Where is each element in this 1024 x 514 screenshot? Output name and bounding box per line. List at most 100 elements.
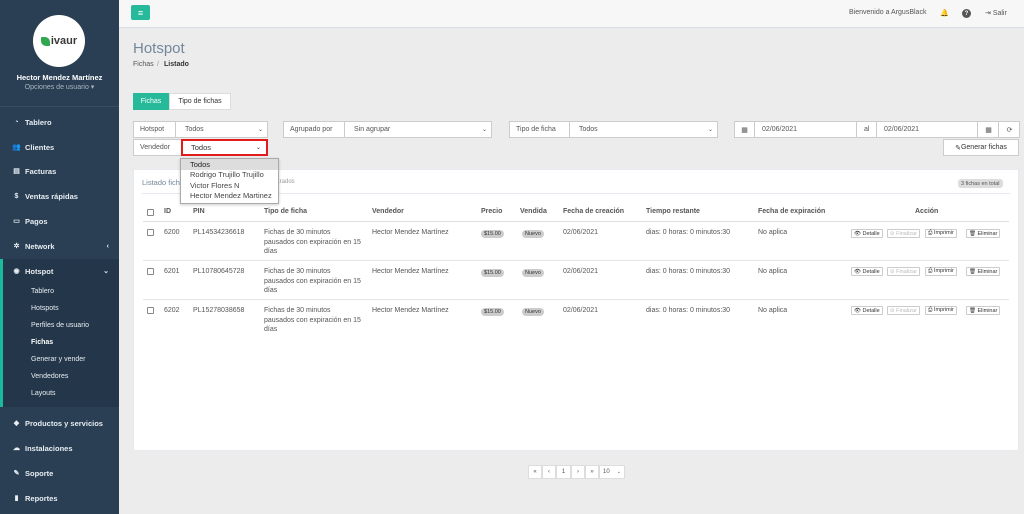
panel-title: Listado fich	[142, 178, 180, 187]
type-select[interactable]: Todos ⌄	[571, 122, 718, 137]
sub-item-generar-vender[interactable]: Generar y vender	[31, 356, 85, 363]
finish-button[interactable]: ⊘ Finalizar	[887, 229, 920, 238]
cell-tiempo: dias: 0 horas: 0 minutos:30	[646, 307, 731, 314]
date-sep-label: al	[858, 122, 877, 137]
vendor-option[interactable]: Hector Mendez Martinez	[181, 191, 278, 202]
vendor-option[interactable]: Rodrigo Trujillo Trujillo	[181, 170, 278, 181]
price-badge: $15.00	[481, 269, 504, 277]
detail-button[interactable]: 👁 Detalle	[851, 306, 883, 315]
cell-fecha-expiracion: No aplica	[758, 229, 788, 236]
type-filter: Tipo de ficha Todos ⌄	[509, 121, 718, 138]
col-header-vendida: Vendida	[520, 208, 547, 215]
cell-fecha-creacion: 02/06/2021	[563, 307, 599, 314]
calendar-icon[interactable]: ▦	[735, 122, 755, 137]
cell-fecha-creacion: 02/06/2021	[563, 229, 599, 236]
hotspot-group: ◉ Hotspot ⌄ Tablero Hotspots Perfiles de u…	[0, 259, 119, 407]
help-icon[interactable]: ?	[962, 9, 971, 18]
breadcrumb-separator: /	[157, 61, 159, 68]
cell-fecha-expiracion: No aplica	[758, 307, 788, 314]
cell-vendedor: Hector Mendez Martínez	[372, 307, 449, 314]
detail-button[interactable]: 👁 Detalle	[851, 229, 883, 238]
sidebar-item-ventas-rapidas[interactable]: $ Ventas rápidas	[0, 184, 119, 208]
welcome-text: Bienvenido a ArgusBlack	[849, 9, 927, 16]
sidebar-item-network[interactable]: ✲ Network ‹	[0, 234, 119, 258]
delete-button[interactable]: 🗑 Eliminar	[966, 306, 1001, 315]
hotspot-filter: Hotspot Todos ⌄	[133, 121, 268, 138]
col-header-vendedor: Vendedor	[372, 208, 404, 215]
col-header-fecha-expiracion: Fecha de expiración	[758, 208, 826, 215]
tab-fichas[interactable]: Fichas	[133, 93, 169, 110]
print-button[interactable]: ⎙ Imprimir	[925, 267, 957, 276]
status-badge: Nuevo	[522, 269, 544, 277]
file-icon: ▤	[13, 168, 20, 175]
col-header-fecha-creacion: Fecha de creación	[563, 208, 625, 215]
grouped-select[interactable]: Sin agrupar ⌄	[346, 122, 492, 137]
pagination-next[interactable]: ›	[571, 465, 585, 479]
refresh-icon[interactable]: ⟳	[1000, 122, 1019, 137]
sidebar-item-instalaciones[interactable]: ☁ Instalaciones	[0, 436, 119, 460]
pagination-prev[interactable]: ‹	[542, 465, 556, 479]
vendor-option[interactable]: Todos	[181, 159, 278, 170]
calendar-icon[interactable]: ▦	[979, 122, 999, 137]
logo-text: ivaur	[50, 35, 78, 47]
cell-fecha-creacion: 02/06/2021	[563, 268, 599, 275]
sub-item-layouts[interactable]: Layouts	[31, 390, 56, 397]
sub-item-hotspots[interactable]: Hotspots	[31, 305, 59, 312]
delete-button[interactable]: 🗑 Eliminar	[966, 267, 1001, 276]
sidebar-item-reportes[interactable]: ▮ Reportes	[0, 486, 119, 510]
status-badge: Nuevo	[522, 308, 544, 316]
user-options-link[interactable]: Opciones de usuario ▾	[0, 83, 119, 91]
date-from-input[interactable]: 02/06/2021	[756, 122, 857, 137]
col-header-tiempo: Tiempo restante	[646, 208, 700, 215]
row-checkbox[interactable]	[147, 307, 154, 314]
row-divider	[143, 299, 1009, 300]
row-checkbox[interactable]	[147, 229, 154, 236]
logout-icon: ⇥	[985, 10, 993, 17]
sidebar-item-productos[interactable]: ◆ Productos y servicios	[0, 411, 119, 435]
hamburger-icon: ≡	[137, 7, 144, 18]
price-badge: $15.00	[481, 230, 504, 238]
bell-icon[interactable]: 🔔	[940, 9, 949, 17]
tab-tipo-de-fichas[interactable]: Tipo de fichas	[169, 93, 231, 110]
pagination-page[interactable]: 1	[556, 465, 571, 479]
pagination-last[interactable]: »	[585, 465, 599, 479]
sub-item-fichas[interactable]: Fichas	[31, 339, 53, 346]
generate-tickets-button[interactable]: ✎ Generar fichas	[943, 139, 1019, 156]
date-to-input[interactable]: 02/06/2021	[878, 122, 978, 137]
delete-button[interactable]: 🗑 Eliminar	[966, 229, 1001, 238]
select-all-checkbox[interactable]	[147, 209, 154, 216]
hotspot-select[interactable]: Todos ⌄	[177, 122, 268, 137]
print-button[interactable]: ⎙ Imprimir	[925, 229, 957, 238]
finish-button[interactable]: ⊘ Finalizar	[887, 267, 920, 276]
logout-link[interactable]: ⇥ Salir	[985, 9, 1007, 17]
sidebar-item-hotspot[interactable]: ◉ Hotspot ⌄	[0, 259, 119, 283]
type-label: Tipo de ficha	[510, 122, 570, 137]
vendor-option[interactable]: Victor Flores N	[181, 180, 278, 191]
finish-button[interactable]: ⊘ Finalizar	[887, 306, 920, 315]
cell-tiempo: dias: 0 horas: 0 minutos:30	[646, 229, 731, 236]
vendor-select[interactable]: Todos ⌄	[181, 139, 268, 156]
sidebar-item-soporte[interactable]: ✎ Soporte	[0, 461, 119, 485]
date-range-filter: ▦ 02/06/2021 al 02/06/2021 ▦ ⟳	[734, 121, 1020, 138]
cell-id: 6201	[164, 268, 180, 275]
sub-item-perfiles[interactable]: Perfiles de usuario	[31, 322, 89, 329]
menu-toggle-button[interactable]: ≡	[131, 5, 150, 20]
row-checkbox[interactable]	[147, 268, 154, 275]
sub-item-vendedores[interactable]: Vendedores	[31, 373, 68, 380]
chevron-down-icon: ⌄	[103, 268, 109, 275]
sub-item-tablero[interactable]: Tablero	[31, 288, 54, 295]
dashboard-icon: ◔	[14, 118, 19, 126]
sidebar-item-clientes[interactable]: 👥 Clientes	[0, 135, 119, 159]
breadcrumb-fichas[interactable]: Fichas	[133, 61, 154, 68]
logo: ivaur	[33, 15, 85, 67]
sidebar-item-tablero[interactable]: ◔ Tablero	[0, 110, 119, 134]
sidebar-item-facturas[interactable]: ▤ Facturas	[0, 159, 119, 183]
per-page-select[interactable]: 10 ⌄	[599, 465, 625, 479]
wrench-icon: ✎	[13, 470, 20, 477]
pagination-first[interactable]: «	[528, 465, 542, 479]
logo-mark	[40, 36, 50, 46]
cell-vendedor: Hector Mendez Martínez	[372, 268, 449, 275]
sidebar-item-pagos[interactable]: ▭ Pagos	[0, 209, 119, 233]
detail-button[interactable]: 👁 Detalle	[851, 267, 883, 276]
print-button[interactable]: ⎙ Imprimir	[925, 306, 957, 315]
